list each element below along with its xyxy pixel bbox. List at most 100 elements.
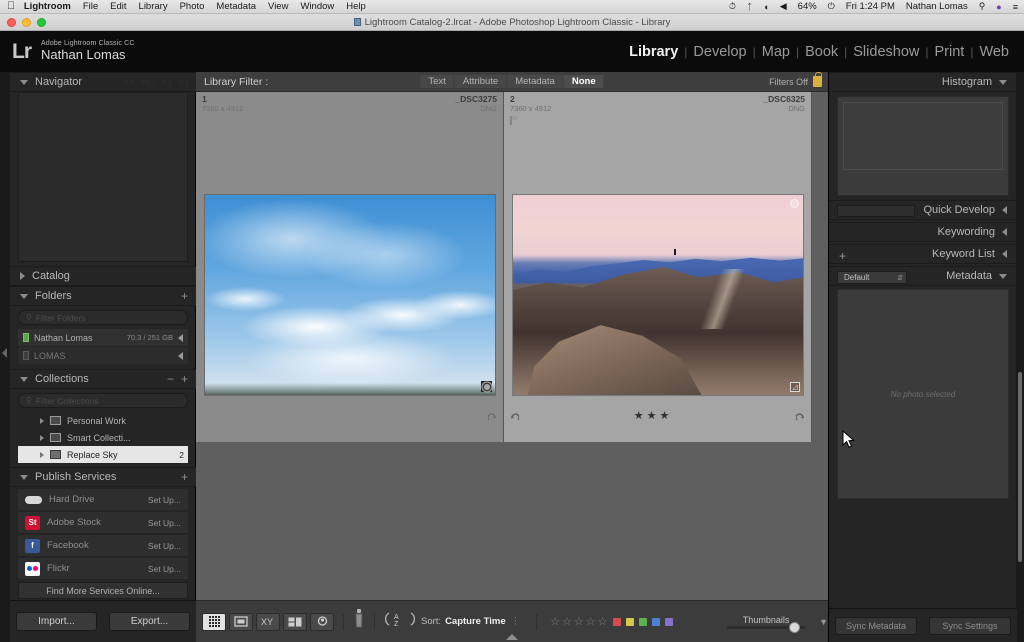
color-label-yellow[interactable] xyxy=(626,617,635,626)
sort-dropdown-icon[interactable]: ⋮ xyxy=(511,616,521,627)
user-label[interactable]: Nathan Lomas xyxy=(906,1,968,12)
panel-header-collections[interactable]: Collections − + xyxy=(10,369,196,389)
wifi-icon[interactable]: ◖ xyxy=(763,2,768,12)
menu-item-help[interactable]: Help xyxy=(346,1,366,12)
import-button[interactable]: Import... xyxy=(16,612,97,631)
collection-row-smart-collections[interactable]: Smart Collecti... xyxy=(18,429,188,446)
volume-icon[interactable]: ◀ xyxy=(780,1,787,12)
zoom-fill[interactable]: FILL xyxy=(141,78,156,87)
filter-tab-text[interactable]: Text xyxy=(420,75,454,88)
compare-view-button[interactable]: XY xyxy=(256,612,280,631)
folder-row-nathan-lomas[interactable]: Nathan Lomas 70.3 / 251 GB xyxy=(18,329,188,346)
rotate-right-icon[interactable] xyxy=(487,409,497,427)
quick-develop-preset-select[interactable] xyxy=(837,205,915,217)
lock-icon[interactable] xyxy=(813,72,822,87)
menu-item-file[interactable]: File xyxy=(83,1,98,12)
folder-row-lomas[interactable]: LOMAS xyxy=(18,347,188,364)
filter-tab-attribute[interactable]: Attribute xyxy=(454,75,507,88)
people-view-button[interactable] xyxy=(310,612,334,631)
star-dot[interactable]: · xyxy=(354,410,357,420)
publish-service-setup-link[interactable]: Set Up... xyxy=(148,541,181,551)
bluetooth-icon[interactable]: ᛏ xyxy=(747,2,752,12)
grid-cell-1[interactable]: 1 7360 x 4912 _DSC3275 DNG · · · · · xyxy=(196,92,504,442)
color-label-red[interactable] xyxy=(613,617,622,626)
folders-filter-input[interactable]: ⚲ Filter Folders xyxy=(18,310,188,325)
star-dot[interactable]: · xyxy=(336,410,339,420)
spotlight-search-icon[interactable]: ⚲ xyxy=(979,1,986,12)
chevron-right-icon[interactable] xyxy=(40,417,44,424)
filter-tab-metadata[interactable]: Metadata xyxy=(507,75,563,88)
module-library[interactable]: Library xyxy=(623,44,684,60)
apple-icon[interactable]:  xyxy=(7,1,15,12)
publish-service-adobe-stock[interactable]: St Adobe Stock Set Up... xyxy=(18,512,188,533)
toolbar-options-chevron-icon[interactable]: ▼ xyxy=(819,617,828,627)
menu-item-window[interactable]: Window xyxy=(300,1,334,12)
filter-tab-none[interactable]: None xyxy=(563,75,604,88)
navigator-preview[interactable] xyxy=(18,92,188,262)
star-dot[interactable]: · xyxy=(678,410,681,420)
crop-badge[interactable]: ◿ xyxy=(790,382,800,392)
color-label-filters[interactable] xyxy=(613,617,674,626)
slider-knob[interactable] xyxy=(789,621,801,633)
panel-header-folders[interactable]: Folders + xyxy=(10,286,196,306)
toolbar-expand-arrow[interactable] xyxy=(506,634,518,640)
star-outline[interactable]: ☆ xyxy=(550,615,560,628)
add-collection-icon[interactable]: + xyxy=(181,372,188,386)
publish-service-setup-link[interactable]: Set Up... xyxy=(148,495,181,505)
star-outline[interactable]: ☆ xyxy=(574,615,584,628)
star-filled[interactable]: ★ xyxy=(634,409,644,422)
publish-service-flickr[interactable]: Flickr Set Up... xyxy=(18,558,188,579)
star-dot[interactable]: · xyxy=(342,410,345,420)
menu-item-lightroom[interactable]: Lightroom xyxy=(24,1,71,12)
cell-star-rating[interactable]: ★ ★ ★ · · xyxy=(634,409,682,422)
find-more-services-button[interactable]: Find More Services Online... xyxy=(18,582,188,599)
color-label-blue[interactable] xyxy=(652,617,661,626)
chevron-right-icon[interactable] xyxy=(178,333,183,342)
sort-order-az-icon[interactable]: AZ xyxy=(384,611,416,632)
module-book[interactable]: Book xyxy=(799,44,844,60)
menu-item-edit[interactable]: Edit xyxy=(110,1,126,12)
minimize-window-icon[interactable] xyxy=(22,18,31,27)
panel-header-navigator[interactable]: Navigator FIT FILL 1:1 3:1 xyxy=(10,72,196,92)
close-window-icon[interactable] xyxy=(7,18,16,27)
add-folder-icon[interactable]: + xyxy=(181,289,188,303)
photo-thumbnail-1[interactable] xyxy=(204,194,496,396)
photo-grid[interactable]: 1 7360 x 4912 _DSC3275 DNG · · · · · 2 7… xyxy=(196,92,855,620)
notification-center-icon[interactable]: ≡ xyxy=(1013,2,1018,12)
filters-off-label[interactable]: Filters Off xyxy=(769,77,808,87)
publish-service-facebook[interactable]: f Facebook Set Up... xyxy=(18,535,188,556)
rotate-left-icon[interactable] xyxy=(510,409,520,427)
right-panel-scrollbar[interactable] xyxy=(1018,372,1022,562)
siri-icon[interactable]: ● xyxy=(996,2,1001,12)
star-filled[interactable]: ★ xyxy=(659,409,669,422)
develop-settings-badge[interactable] xyxy=(481,381,492,392)
chevron-right-icon[interactable] xyxy=(40,434,44,441)
color-label-green[interactable] xyxy=(639,617,648,626)
publish-service-setup-link[interactable]: Set Up... xyxy=(148,564,181,574)
add-publish-service-icon[interactable]: + xyxy=(181,470,188,484)
sort-value[interactable]: Capture Time xyxy=(445,616,506,627)
sync-settings-button[interactable]: Sync Settings xyxy=(929,616,1011,635)
star-outline[interactable]: ☆ xyxy=(598,615,608,628)
grid-cell-2[interactable]: 2 7360 x 4912 _DSC6325 DNG ◿ ★ ★ ★ · · xyxy=(504,92,812,442)
menu-item-photo[interactable]: Photo xyxy=(180,1,205,12)
loupe-view-button[interactable] xyxy=(229,612,253,631)
star-outline[interactable]: ☆ xyxy=(562,615,572,628)
panel-header-keywording[interactable]: Keywording xyxy=(829,222,1017,242)
panel-header-publish-services[interactable]: Publish Services + xyxy=(10,467,196,487)
zoom-1to1[interactable]: 1:1 xyxy=(162,78,172,87)
module-develop[interactable]: Develop xyxy=(687,44,752,60)
panel-header-histogram[interactable]: Histogram xyxy=(829,72,1017,92)
cell-star-rating[interactable]: · · · · · xyxy=(336,410,363,420)
toolbar-rating-stars[interactable]: ☆ ☆ ☆ ☆ ☆ xyxy=(550,615,607,628)
star-outline[interactable]: ☆ xyxy=(586,615,596,628)
rotate-right-icon[interactable] xyxy=(795,409,805,427)
collection-row-replace-sky[interactable]: Replace Sky 2 xyxy=(18,446,188,463)
menu-item-library[interactable]: Library xyxy=(139,1,168,12)
publish-service-hard-drive[interactable]: Hard Drive Set Up... xyxy=(18,489,188,510)
chevron-right-icon[interactable] xyxy=(178,351,183,360)
star-dot[interactable]: · xyxy=(348,410,351,420)
star-dot[interactable]: · xyxy=(672,410,675,420)
photo-thumbnail-2[interactable]: ◿ xyxy=(512,194,804,396)
publish-service-setup-link[interactable]: Set Up... xyxy=(148,518,181,528)
